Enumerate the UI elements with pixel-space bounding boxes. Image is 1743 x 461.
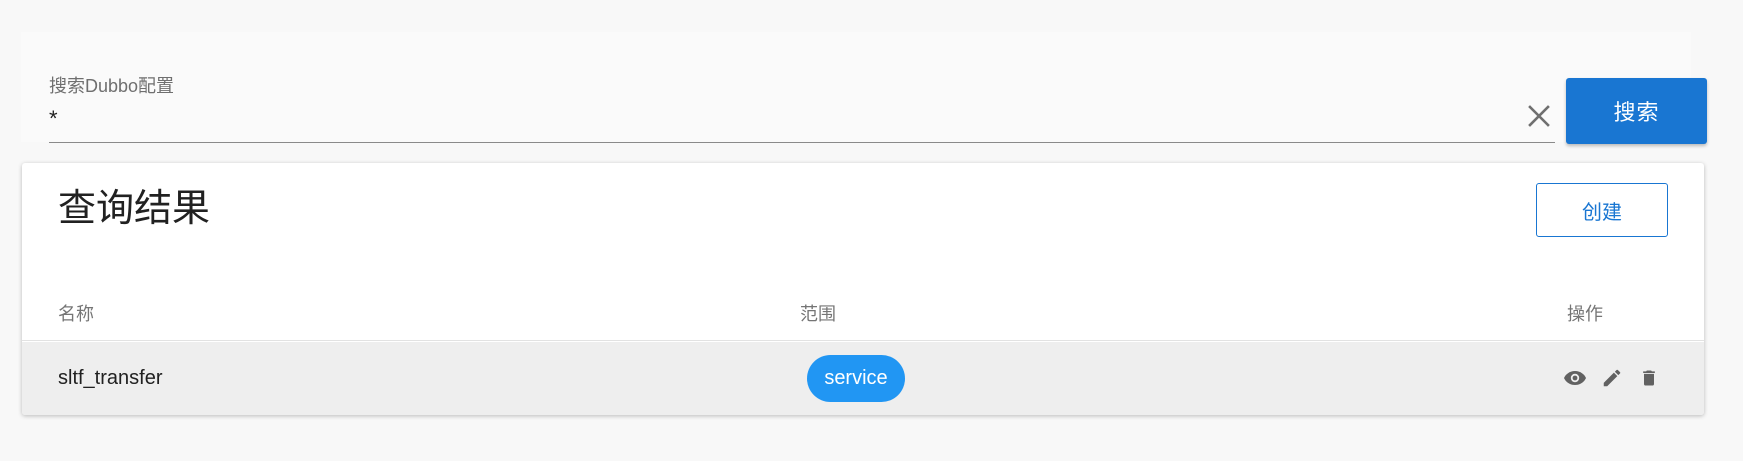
table-header: 名称 范围 操作 bbox=[22, 281, 1704, 341]
trash-icon[interactable] bbox=[1636, 363, 1661, 393]
column-header-name[interactable]: 名称 bbox=[58, 281, 94, 347]
pencil-icon[interactable] bbox=[1599, 363, 1624, 393]
scope-chip: service bbox=[807, 355, 905, 402]
search-input[interactable] bbox=[49, 103, 1489, 135]
table-row: sltf_transfer service bbox=[22, 342, 1704, 415]
column-header-scope[interactable]: 范围 bbox=[800, 281, 836, 347]
row-name: sltf_transfer bbox=[58, 367, 163, 389]
eye-icon[interactable] bbox=[1562, 363, 1587, 393]
results-title: 查询结果 bbox=[58, 188, 211, 230]
search-button[interactable]: 搜索 bbox=[1566, 78, 1707, 144]
page: 搜索Dubbo配置 搜索 查询结果 创建 名称 范围 操作 sltf_trans… bbox=[0, 0, 1743, 461]
search-label: 搜索Dubbo配置 bbox=[49, 76, 175, 96]
search-field[interactable]: 搜索Dubbo配置 bbox=[49, 76, 1555, 143]
results-card: 查询结果 创建 名称 范围 操作 sltf_transfer service bbox=[22, 163, 1704, 415]
close-icon[interactable] bbox=[1523, 100, 1555, 132]
create-button[interactable]: 创建 bbox=[1536, 183, 1668, 237]
row-actions bbox=[1562, 363, 1661, 393]
search-panel: 搜索Dubbo配置 搜索 bbox=[21, 32, 1707, 144]
column-header-actions: 操作 bbox=[1567, 304, 1603, 324]
